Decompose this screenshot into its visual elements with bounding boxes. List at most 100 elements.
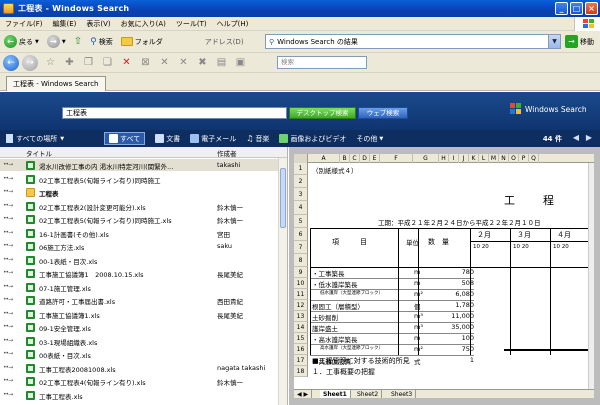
add-favorite-icon[interactable]: ✚ [63, 56, 76, 69]
pin-icon[interactable]: ••→ [3, 364, 13, 371]
pin-icon[interactable]: ••→ [3, 350, 13, 357]
result-row[interactable]: ••→ 09-1安全管理.xls [0, 321, 279, 333]
column-header[interactable]: K [469, 154, 479, 163]
results-scrollbar[interactable] [278, 158, 287, 405]
column-header[interactable]: B [340, 154, 350, 163]
monitor-icon[interactable]: ▣ [234, 56, 247, 69]
sheet-scrollbar[interactable] [588, 163, 594, 389]
column-header[interactable]: E [370, 154, 380, 163]
result-row[interactable]: ••→ 00表紙・目次.xls [0, 348, 279, 360]
result-row[interactable]: ••→ 02工事工程表2(設計変更可能分).xls 鈴木慎一 [0, 200, 279, 212]
result-row[interactable]: ••→ 道路許可・工事届出書.xls 西田貴紀 [0, 294, 279, 306]
pin-icon[interactable]: ••→ [3, 229, 13, 236]
pin-icon[interactable]: ••→ [3, 323, 13, 330]
row-header[interactable]: 17 [294, 355, 308, 366]
column-header[interactable]: L [479, 154, 489, 163]
menu-edit[interactable]: 編集(E) [48, 19, 82, 29]
row-header[interactable]: 14 [294, 322, 308, 333]
column-header[interactable]: M [489, 154, 499, 163]
column-author[interactable]: 作成者 [217, 148, 237, 158]
column-header[interactable]: D [360, 154, 370, 163]
filter-documents[interactable]: 文書 [155, 134, 180, 144]
sheet-tab[interactable]: Sheet1 [320, 390, 351, 398]
result-row[interactable]: ••→ 06施工方法.xls saku [0, 240, 279, 252]
row-header[interactable]: 15 [294, 333, 308, 344]
sheet-tab[interactable]: Sheet2 [354, 390, 383, 398]
result-row[interactable]: ••→ 00-1表紙・目次.xls [0, 254, 279, 266]
result-row[interactable]: ••→ 07-1施工管理.xls [0, 281, 279, 293]
row-header[interactable]: 11 [294, 289, 308, 300]
column-header[interactable]: J [459, 154, 469, 163]
row-header[interactable]: 10 [294, 278, 308, 289]
row-header[interactable]: 3 [294, 188, 308, 201]
pin-icon[interactable]: ••→ [3, 310, 13, 317]
column-header[interactable]: H [439, 154, 449, 163]
result-row[interactable]: ••→ 02工事工程表4(旬報ライン有り).xls 鈴木慎一 [0, 375, 279, 387]
up-folder-button[interactable]: ⇧ [70, 33, 86, 51]
column-header[interactable]: C [350, 154, 360, 163]
menu-tools[interactable]: ツール(T) [171, 19, 212, 29]
pin-icon[interactable]: ••→ [3, 296, 13, 303]
close-button[interactable]: × [585, 2, 598, 15]
web-search-button[interactable]: ウェブ検索 [358, 107, 408, 119]
row-header[interactable]: 6 [294, 228, 308, 241]
column-header[interactable]: Q [529, 154, 539, 163]
menu-favorites[interactable]: お気に入り(A) [116, 19, 171, 29]
row-header[interactable]: 18 [294, 366, 308, 377]
clear-icon[interactable]: ✕ [177, 56, 190, 69]
pin-icon[interactable]: ••→ [3, 377, 13, 384]
pin-icon[interactable]: ••→ [3, 188, 13, 195]
minimize-button[interactable]: _ [555, 2, 568, 15]
column-header[interactable]: G [413, 154, 439, 163]
row-header[interactable]: 9 [294, 267, 308, 278]
pin-icon[interactable]: ••→ [3, 161, 13, 168]
result-row[interactable]: ••→ 03-1現場組織表.xls [0, 335, 279, 347]
pin-icon[interactable]: ••→ [3, 391, 13, 398]
result-row[interactable]: ••→ 16-1計画書(その他).xls 宮田 [0, 227, 279, 239]
column-header[interactable]: P [519, 154, 529, 163]
next-page-icon[interactable]: ▶ [584, 133, 594, 143]
delete-all-icon[interactable]: ✖ [196, 56, 209, 69]
row-header[interactable]: 13 [294, 311, 308, 322]
row-header[interactable]: 1 [294, 163, 308, 175]
filter-other[interactable]: その他 ▼ [356, 134, 383, 144]
result-row[interactable]: ••→ 工事施工協議簿1 2008.10.15.xls 長尾美紀 [0, 267, 279, 279]
filter-pictures-videos[interactable]: 画像およびビデオ [279, 134, 346, 144]
delete-icon[interactable]: ✕ [120, 56, 133, 69]
column-header[interactable]: O [509, 154, 519, 163]
pin-icon[interactable]: ••→ [3, 242, 13, 249]
column-header[interactable]: A [308, 154, 340, 163]
column-title[interactable]: タイトル [26, 148, 52, 158]
forward-arrow-icon[interactable]: → [22, 54, 38, 71]
filter-music[interactable]: ♫ 音楽 [246, 134, 269, 144]
stop-icon[interactable]: ⊠ [139, 56, 152, 69]
location-dropdown[interactable]: すべての場所 ▼ [6, 134, 104, 144]
tab-windows-search[interactable]: 工程表 - Windows Search [6, 76, 106, 91]
result-row[interactable]: ••→ 02工事工程表5(旬報ライン有り)同時施工.xls 鈴木慎一 [0, 213, 279, 225]
duplicate-icon[interactable]: ❏ [101, 56, 114, 69]
menu-file[interactable]: ファイル(F) [0, 19, 48, 29]
address-dropdown-icon[interactable]: ▼ [548, 35, 560, 48]
result-row[interactable]: ••→ 工事工程表20081008.xls nagata takashi [0, 362, 279, 374]
views-icon[interactable]: ▤ [215, 56, 228, 69]
sheet-nav-icon[interactable]: ◀ ▶ [294, 390, 313, 398]
pin-icon[interactable]: ••→ [3, 175, 13, 182]
maximize-button[interactable]: □ [570, 2, 583, 15]
prev-page-icon[interactable]: ◀ [571, 133, 581, 143]
pin-icon[interactable]: ••→ [3, 256, 13, 263]
scrollbar-thumb[interactable] [280, 168, 286, 228]
pin-icon[interactable]: ••→ [3, 269, 13, 276]
address-bar[interactable]: ⚲ Windows Search の結果 ▼ [265, 34, 561, 49]
forward-button[interactable]: → ▼ [43, 33, 70, 51]
result-row[interactable]: ••→ 工事工程表.xls [0, 389, 279, 401]
filter-email[interactable]: 電子メール [190, 134, 236, 144]
search-button[interactable]: ⚲ 検索 [86, 33, 117, 51]
back-button[interactable]: ← 戻る ▼ [0, 33, 43, 51]
menu-view[interactable]: 表示(V) [81, 19, 115, 29]
row-header[interactable]: 4 [294, 201, 308, 215]
row-header[interactable]: 5 [294, 215, 308, 228]
back-arrow-icon[interactable]: ← [3, 54, 19, 71]
row-header[interactable]: 12 [294, 300, 308, 311]
column-header[interactable]: N [499, 154, 509, 163]
pin-icon[interactable]: ••→ [3, 202, 13, 209]
